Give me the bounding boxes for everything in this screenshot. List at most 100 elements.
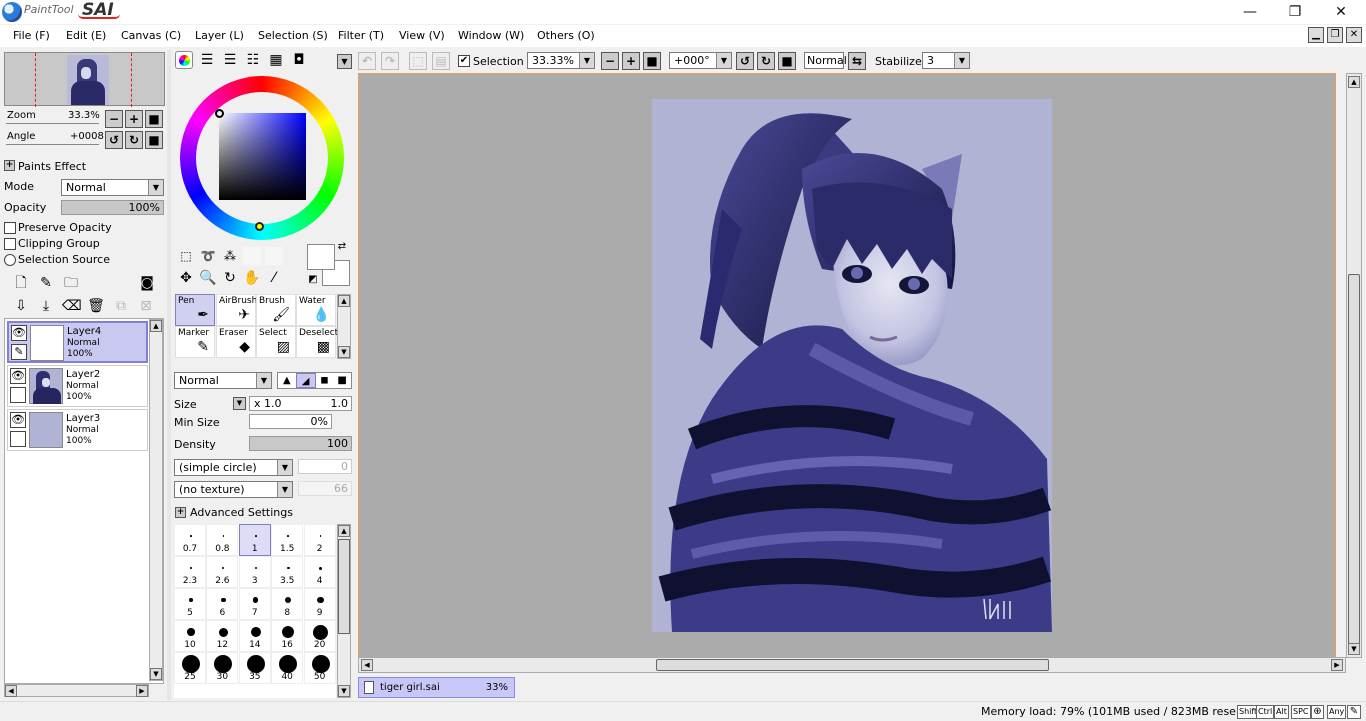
brush-size-cell[interactable]: 5: [174, 588, 206, 620]
tool-select[interactable]: Select ▨: [256, 326, 296, 358]
stabilizer-select[interactable]: 3 ▼: [922, 52, 970, 69]
brush-shape-select[interactable]: (simple circle) ▼: [174, 459, 293, 476]
selection-source-radio[interactable]: [4, 254, 16, 266]
density-slider[interactable]: 100: [249, 436, 352, 451]
scroll-up-icon[interactable]: ▲: [1348, 76, 1360, 88]
sv-cursor[interactable]: [215, 109, 224, 118]
menu-layer[interactable]: Layer (L): [195, 29, 244, 42]
scroll-down-icon[interactable]: ▼: [338, 346, 350, 358]
scroll-left-icon[interactable]: ◀: [361, 659, 373, 671]
brush-size-cell[interactable]: 3.5: [271, 556, 304, 588]
rotation-select[interactable]: +000° ▼: [669, 52, 732, 69]
vertical-scroll-thumb[interactable]: [1348, 274, 1360, 644]
size-multiplier-dropdown[interactable]: ▼: [233, 397, 246, 410]
rgb-slider-tab-icon[interactable]: ☰: [198, 51, 216, 69]
pen-lock-icon[interactable]: ✎: [11, 344, 27, 360]
edge-medium-icon[interactable]: ◢: [295, 373, 316, 388]
scroll-up-icon[interactable]: ▲: [338, 295, 350, 307]
horizontal-scroll-thumb[interactable]: [656, 659, 1049, 671]
brush-size-cell[interactable]: 2.3: [174, 556, 206, 588]
new-folder-icon[interactable]: 🗀: [62, 274, 80, 292]
layer-row-layer2[interactable]: 👁 Layer2 Normal 100%: [7, 365, 148, 407]
scroll-right-icon[interactable]: ▶: [136, 685, 148, 697]
edge-full-icon[interactable]: ■: [333, 373, 351, 388]
toolbar-zoom-reset-button[interactable]: ■: [643, 52, 661, 70]
tool-pen[interactable]: Pen ✒: [175, 294, 215, 326]
mdi-minimize-button[interactable]: ▁: [1308, 27, 1324, 43]
brush-size-cell[interactable]: 35: [238, 652, 271, 684]
menu-edit[interactable]: Edit (E): [66, 29, 106, 42]
zoom-reset-button[interactable]: ■: [145, 110, 163, 128]
tool-marker[interactable]: Marker ✎: [175, 326, 215, 358]
brush-size-cell[interactable]: 50: [303, 652, 336, 684]
layer-row-layer3[interactable]: 👁 Layer3 Normal 100%: [7, 409, 148, 451]
scroll-up-icon[interactable]: ▲: [338, 525, 350, 537]
clear-layer-icon[interactable]: ⌫: [62, 297, 82, 315]
flip-horizontal-icon[interactable]: ⇆: [848, 52, 866, 70]
menu-canvas[interactable]: Canvas (C): [121, 29, 181, 42]
brush-size-cell[interactable]: 0.8: [206, 524, 239, 556]
panel-splitter[interactable]: [167, 50, 171, 700]
scroll-down-icon[interactable]: ▼: [1348, 643, 1360, 655]
brush-texture-select[interactable]: (no texture) ▼: [174, 481, 293, 498]
layer-opacity-slider[interactable]: 100%: [61, 200, 164, 215]
zoom-in-button[interactable]: +: [125, 110, 143, 128]
tool-brush[interactable]: Brush 🖌: [256, 294, 296, 326]
eye-icon[interactable]: 👁: [11, 325, 27, 341]
canvas-horizontal-scrollbar[interactable]: ◀ ▶: [358, 657, 1346, 673]
scroll-thumb[interactable]: [338, 539, 350, 634]
size-slider[interactable]: x 1.0 1.0: [249, 396, 352, 411]
rotate-right-button[interactable]: ↻: [125, 131, 143, 149]
angle-slider[interactable]: [6, 144, 99, 145]
hsv-slider-tab-icon[interactable]: ☰: [221, 51, 239, 69]
view-mode-select[interactable]: Normal: [804, 52, 847, 69]
brush-size-cell[interactable]: 1: [238, 524, 271, 556]
toolbar-rotate-left-button[interactable]: ↺: [736, 52, 754, 70]
foreground-color-swatch[interactable]: [307, 244, 335, 270]
toolbar-rotate-reset-button[interactable]: ■: [778, 52, 796, 70]
layer-mode-select[interactable]: Normal ▼: [61, 179, 164, 196]
toolbar-zoom-out-button[interactable]: −: [601, 52, 619, 70]
brush-size-cell[interactable]: 2.6: [206, 556, 239, 588]
scroll-down-icon[interactable]: ▼: [150, 668, 162, 680]
color-palette-tab-icon[interactable]: ☷: [244, 51, 262, 69]
eye-icon[interactable]: 👁: [10, 412, 26, 428]
eye-icon[interactable]: 👁: [10, 368, 26, 384]
layer-mask-icon[interactable]: ◙: [138, 274, 156, 292]
mdi-close-button[interactable]: ✕: [1346, 27, 1362, 43]
swap-colors-icon[interactable]: ⇄: [336, 241, 348, 253]
brush-blend-select[interactable]: Normal ▼: [174, 372, 272, 389]
zoom-out-button[interactable]: −: [105, 110, 123, 128]
brush-size-cell[interactable]: 12: [206, 620, 239, 652]
brush-size-cell[interactable]: 4: [303, 556, 336, 588]
tool-grid-scrollbar[interactable]: ▲ ▼: [337, 294, 351, 359]
brush-size-cell[interactable]: 10: [174, 620, 206, 652]
navigator-preview[interactable]: [4, 52, 165, 107]
brush-size-cell[interactable]: 25: [174, 652, 206, 684]
brush-size-cell[interactable]: 40: [271, 652, 304, 684]
scroll-right-icon[interactable]: ▶: [1331, 659, 1343, 671]
brush-size-scrollbar[interactable]: ▲ ▼: [337, 524, 351, 698]
clipping-group-checkbox[interactable]: [4, 238, 16, 250]
toolbar-zoom-in-button[interactable]: +: [622, 52, 640, 70]
artwork-canvas[interactable]: [652, 99, 1052, 632]
tool-deselect[interactable]: Deselect ▩: [296, 326, 338, 358]
layer-list-hscrollbar[interactable]: ◀ ▶: [4, 684, 149, 697]
restore-button[interactable]: ❐: [1273, 2, 1317, 22]
magic-wand-icon[interactable]: ⁂: [221, 247, 239, 265]
zoom-icon[interactable]: 🔍: [199, 269, 217, 287]
brush-size-cell[interactable]: 9: [303, 588, 336, 620]
brush-size-cell[interactable]: 7: [238, 588, 271, 620]
preserve-opacity-checkbox[interactable]: [4, 222, 16, 234]
menu-view[interactable]: View (V): [399, 29, 445, 42]
brush-size-cell[interactable]: 16: [271, 620, 304, 652]
advanced-settings-expand-icon[interactable]: +: [175, 507, 186, 518]
layer-list-scrollbar[interactable]: ▲ ▼: [149, 319, 163, 681]
minimize-button[interactable]: —: [1228, 2, 1272, 22]
saturation-value-square[interactable]: [219, 113, 306, 200]
brush-size-cell[interactable]: 6: [206, 588, 239, 620]
selection-visible-checkbox[interactable]: ✔: [458, 55, 470, 67]
brush-size-cell[interactable]: 8: [271, 588, 304, 620]
scratchpad-tab-icon[interactable]: ◘: [290, 51, 308, 69]
tool-eraser[interactable]: Eraser ◆: [216, 326, 256, 358]
